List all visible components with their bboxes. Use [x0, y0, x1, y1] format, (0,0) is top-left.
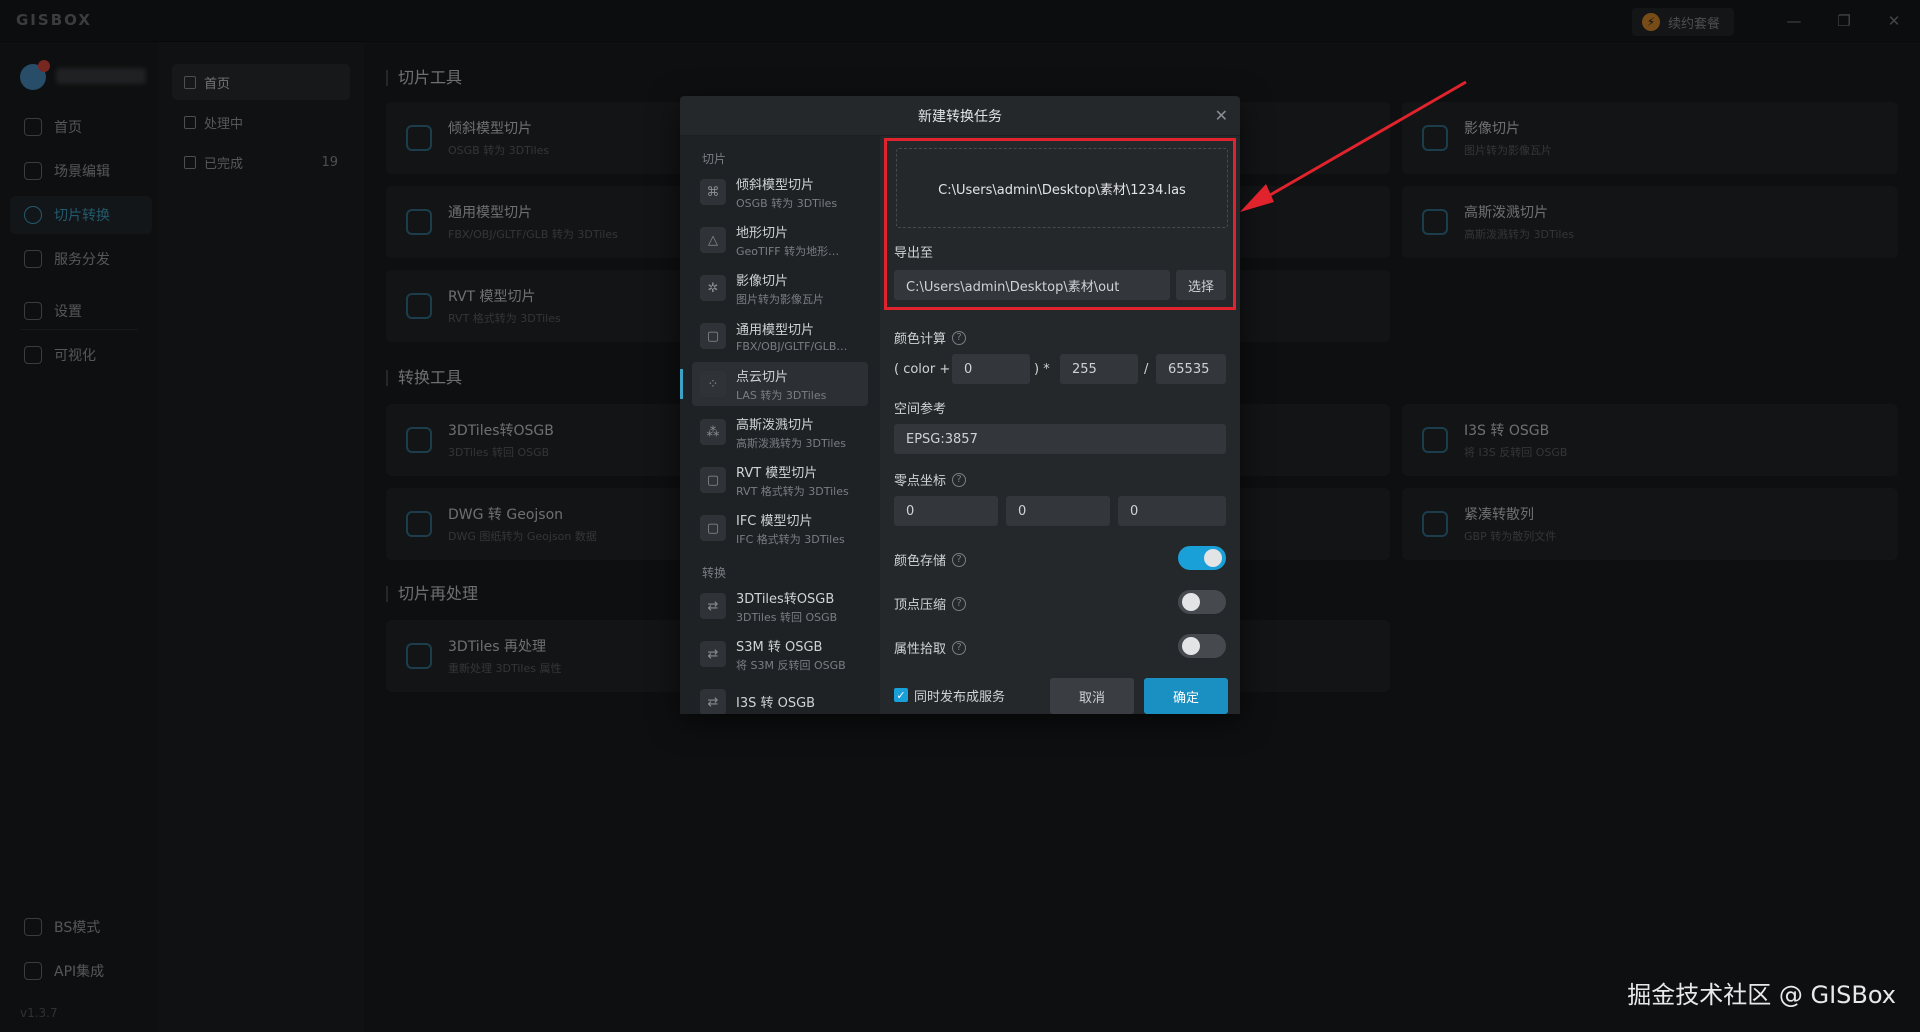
tool-name: IFC 模型切片	[736, 513, 813, 529]
close-icon[interactable]: ✕	[1215, 106, 1228, 125]
origin-y-input[interactable]: 0	[1006, 496, 1110, 526]
publish-checkbox[interactable]: ✓	[894, 688, 908, 702]
publish-label[interactable]: 同时发布成服务	[914, 686, 1005, 705]
help-icon[interactable]: ?	[952, 472, 967, 487]
tool-list: 切片 ⌘ 倾斜模型切片 OSGB 转为 3DTiles △ 地形切片 GeoTIFF…	[680, 136, 880, 714]
tool-i3s-to-osgb[interactable]: ⇄ I3S 转 OSGB	[692, 680, 868, 714]
color-add-input[interactable]: 0	[952, 354, 1030, 384]
tool-name: 点云切片	[736, 369, 789, 385]
origin-x-input[interactable]: 0	[894, 496, 998, 526]
dialog-footer: ✓ 同时发布成服务 取消 确定	[880, 672, 1240, 714]
toggle-knob	[1182, 637, 1200, 655]
arrow-shaft	[1257, 80, 1467, 204]
tool-ifc-tiling[interactable]: ▢ IFC 模型切片 IFC 格式转为 3DTiles	[692, 506, 868, 550]
tool-name: RVT 模型切片	[736, 465, 818, 481]
attr-pick-text: 属性拾取	[894, 642, 947, 657]
convert-icon: ⇄	[700, 689, 726, 714]
tool-subtitle: 高斯泼溅转为 3DTiles	[736, 436, 846, 450]
color-div-input[interactable]: 65535	[1156, 354, 1226, 384]
tool-subtitle: 将 S3M 反转回 OSGB	[736, 658, 846, 672]
help-icon[interactable]: ?	[952, 330, 967, 345]
pointcloud-icon: ⁘	[700, 371, 726, 397]
tool-subtitle: RVT 格式转为 3DTiles	[736, 484, 849, 498]
color-mul-input[interactable]: 255	[1060, 354, 1138, 384]
arrow-head	[1240, 184, 1274, 212]
origin-z-input[interactable]: 0	[1118, 496, 1226, 526]
help-icon[interactable]: ?	[952, 640, 967, 655]
vertex-compress-toggle[interactable]	[1178, 590, 1226, 614]
ok-button[interactable]: 确定	[1144, 678, 1228, 714]
tool-subtitle: 图片转为影像瓦片	[736, 292, 824, 306]
tool-name: 影像切片	[736, 273, 789, 289]
tool-general-model-tiling[interactable]: ▢ 通用模型切片 FBX/OBJ/GLTF/GLB…	[692, 314, 868, 358]
spatial-ref-text: 空间参考	[894, 402, 947, 417]
tool-3dtiles-to-osgb[interactable]: ⇄ 3DTiles转OSGB 3DTiles 转回 OSGB	[692, 584, 868, 628]
color-div-symbol: /	[1144, 362, 1149, 377]
tool-terrain-tiling[interactable]: △ 地形切片 GeoTIFF 转为地形…	[692, 218, 868, 262]
highlight-box	[884, 138, 1236, 310]
annotation-arrow	[1240, 80, 1467, 212]
spatial-ref-label: 空间参考	[894, 398, 946, 417]
terrain-icon: △	[700, 227, 726, 253]
origin-text: 零点坐标	[894, 474, 947, 489]
vertex-compress-label: 顶点压缩 ?	[894, 594, 967, 613]
oblique-icon: ⌘	[700, 179, 726, 205]
group-title-convert: 转换	[702, 566, 727, 580]
toggle-knob	[1204, 549, 1222, 567]
help-icon[interactable]: ?	[952, 596, 967, 611]
cube-icon: ▢	[700, 467, 726, 493]
color-prefix: ( color +	[894, 362, 951, 377]
tool-subtitle: FBX/OBJ/GLTF/GLB…	[736, 340, 848, 353]
color-store-label: 颜色存储 ?	[894, 550, 967, 569]
tool-pointcloud-tiling[interactable]: ⁘ 点云切片 LAS 转为 3DTiles	[692, 362, 868, 406]
tool-name: 3DTiles转OSGB	[736, 591, 835, 607]
new-task-dialog: 新建转换任务 ✕ 切片 ⌘ 倾斜模型切片 OSGB 转为 3DTiles △ 地形…	[680, 96, 1240, 714]
cancel-button[interactable]: 取消	[1050, 678, 1134, 714]
tool-subtitle: OSGB 转为 3DTiles	[736, 196, 838, 210]
origin-label: 零点坐标 ?	[894, 470, 967, 489]
tool-oblique-tiling[interactable]: ⌘ 倾斜模型切片 OSGB 转为 3DTiles	[692, 170, 868, 214]
tool-subtitle: GeoTIFF 转为地形…	[736, 244, 840, 258]
convert-icon: ⇄	[700, 641, 726, 667]
tool-gaussian-tiling[interactable]: ⁂ 高斯泼溅切片高斯泼溅转为 3DTiles	[692, 410, 868, 454]
dialog-title: 新建转换任务	[680, 96, 1240, 136]
gaussian-icon: ⁂	[700, 419, 726, 445]
tool-subtitle: 3DTiles 转回 OSGB	[736, 610, 838, 624]
tool-imagery-tiling[interactable]: ✲ 影像切片图片转为影像瓦片	[692, 266, 868, 310]
tool-name: 倾斜模型切片	[736, 177, 815, 193]
tool-rvt-tiling[interactable]: ▢ RVT 模型切片 RVT 格式转为 3DTiles	[692, 458, 868, 502]
tool-name: 高斯泼溅切片	[736, 417, 815, 433]
convert-icon: ⇄	[700, 593, 726, 619]
vertex-compress-text: 顶点压缩	[894, 598, 947, 613]
color-calc-label: 颜色计算 ?	[894, 328, 967, 347]
watermark: 掘金技术社区 @ GISBox	[1627, 981, 1896, 1009]
group-title-tiling: 切片	[702, 152, 727, 166]
attr-pick-label: 属性拾取 ?	[894, 638, 967, 657]
tool-name: 通用模型切片	[736, 323, 815, 338]
tool-name: I3S 转 OSGB	[736, 695, 816, 711]
task-settings: C:\Users\admin\Desktop\素材\1234.las 导出至 C…	[880, 136, 1240, 714]
tool-name: S3M 转 OSGB	[736, 639, 823, 655]
cube-icon: ▢	[700, 323, 726, 349]
color-calc-text: 颜色计算	[894, 332, 947, 347]
tool-s3m-to-osgb[interactable]: ⇄ S3M 转 OSGB 将 S3M 反转回 OSGB	[692, 632, 868, 676]
color-mul-symbol: ) *	[1034, 362, 1050, 377]
tool-subtitle: IFC 格式转为 3DTiles	[736, 532, 845, 546]
spatial-ref-input[interactable]: EPSG:3857	[894, 424, 1226, 454]
attr-pick-toggle[interactable]	[1178, 634, 1226, 658]
active-indicator	[680, 369, 683, 399]
tool-name: 地形切片	[736, 225, 789, 241]
toggle-knob	[1182, 593, 1200, 611]
imagery-icon: ✲	[700, 275, 726, 301]
color-store-toggle[interactable]	[1178, 546, 1226, 570]
tool-subtitle: LAS 转为 3DTiles	[736, 388, 827, 402]
color-store-text: 颜色存储	[894, 554, 947, 569]
help-icon[interactable]: ?	[952, 552, 967, 567]
cube-icon: ▢	[700, 515, 726, 541]
